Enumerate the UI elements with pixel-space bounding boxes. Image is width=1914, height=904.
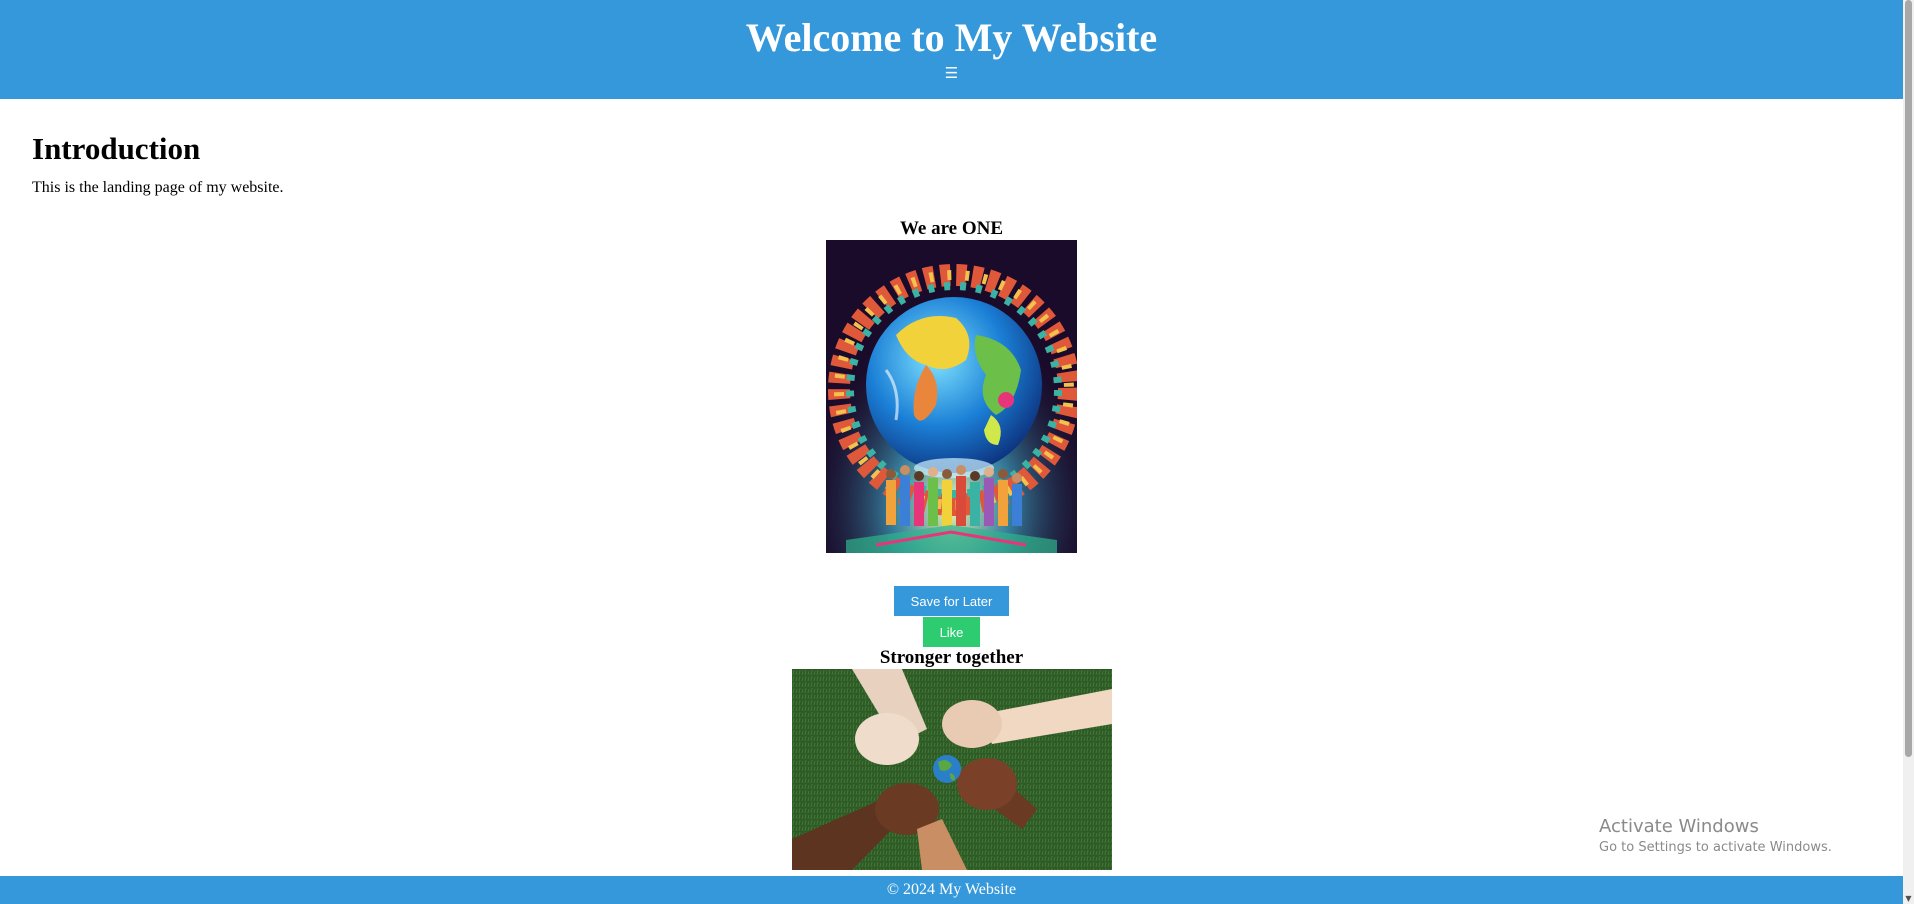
- scroll-down-arrow-icon[interactable]: ▼: [1903, 893, 1914, 904]
- watermark-subtitle: Go to Settings to activate Windows.: [1599, 840, 1832, 855]
- save-for-later-button[interactable]: Save for Later: [894, 586, 1009, 616]
- footer-text: © 2024 My Website: [886, 881, 1017, 898]
- intro-text: This is the landing page of my website.: [32, 179, 284, 196]
- gallery-item-2-caption-wrap: Stronger together: [0, 647, 1903, 669]
- gallery-caption-one: We are ONE: [899, 218, 1004, 239]
- hands-illustration: [792, 669, 1112, 870]
- site-title: Welcome to My Website: [745, 15, 1158, 60]
- site-header: Welcome to My Website ☰: [0, 0, 1903, 99]
- gallery-image-hands: [792, 669, 1112, 870]
- globe-illustration: [826, 240, 1077, 553]
- vertical-scrollbar[interactable]: ▼: [1903, 0, 1914, 904]
- gallery-image-globe: [826, 240, 1077, 553]
- watermark-title: Activate Windows: [1599, 816, 1759, 837]
- page-viewport: Welcome to My Website ☰ Introduction Thi…: [0, 0, 1903, 904]
- scrollbar-thumb[interactable]: [1905, 0, 1912, 757]
- gallery-item-1-caption-wrap: We are ONE: [0, 218, 1903, 240]
- site-footer: © 2024 My Website: [0, 876, 1903, 904]
- activate-windows-watermark: Activate Windows Go to Settings to activ…: [1599, 815, 1832, 857]
- intro-section: Introduction This is the landing page of…: [32, 128, 284, 197]
- like-button[interactable]: Like: [923, 617, 980, 647]
- intro-heading: Introduction: [32, 131, 201, 166]
- gallery-caption-stronger: Stronger together: [879, 647, 1024, 668]
- hamburger-menu-icon[interactable]: ☰: [942, 63, 962, 83]
